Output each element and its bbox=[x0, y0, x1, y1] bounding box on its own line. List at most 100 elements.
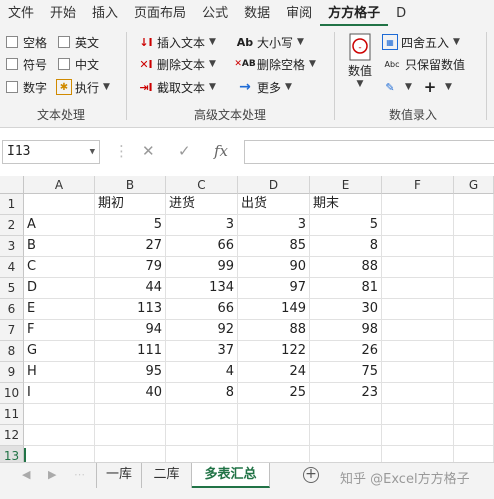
cell-a9[interactable]: H bbox=[24, 362, 95, 383]
row-header-9[interactable]: 9 bbox=[0, 362, 24, 383]
add-button[interactable]: + ▼ bbox=[422, 77, 452, 97]
cell-e9[interactable]: 75 bbox=[310, 362, 382, 383]
execute-button[interactable]: ✱ 执行 ▼ bbox=[56, 77, 110, 97]
cell-d8[interactable]: 122 bbox=[238, 341, 310, 362]
tab-fangfanggezi[interactable]: 方方格子 bbox=[320, 2, 389, 26]
tab-overflow[interactable]: D bbox=[388, 2, 414, 26]
checkbox-spaces[interactable]: 空格 bbox=[6, 32, 47, 52]
cell-g1[interactable] bbox=[454, 194, 494, 215]
more-button[interactable]: → 更多 ▼ bbox=[236, 77, 292, 97]
cell-f3[interactable] bbox=[382, 236, 454, 257]
cell-c2[interactable]: 3 bbox=[166, 215, 238, 236]
cell-e2[interactable]: 5 bbox=[310, 215, 382, 236]
cell-g12[interactable] bbox=[454, 425, 494, 446]
cut-text-button[interactable]: ⇥I 截取文本 ▼ bbox=[138, 77, 216, 97]
cell-d3[interactable]: 85 bbox=[238, 236, 310, 257]
cell-e7[interactable]: 98 bbox=[310, 320, 382, 341]
formula-input[interactable] bbox=[244, 140, 494, 164]
cell-b10[interactable]: 40 bbox=[95, 383, 166, 404]
fx-icon[interactable]: fx bbox=[214, 142, 228, 160]
cell-g6[interactable] bbox=[454, 299, 494, 320]
checkbox-numbers[interactable]: 数字 bbox=[6, 77, 47, 97]
case-button[interactable]: Ab 大小写 ▼ bbox=[236, 32, 304, 52]
cell-d9[interactable]: 24 bbox=[238, 362, 310, 383]
enter-icon[interactable]: ✓ bbox=[178, 142, 191, 160]
cell-f4[interactable] bbox=[382, 257, 454, 278]
tab-insert[interactable]: 插入 bbox=[84, 2, 126, 26]
value-button[interactable]: - 数值 ▼ bbox=[342, 32, 378, 89]
tab-review[interactable]: 审阅 bbox=[278, 2, 320, 26]
cell-f1[interactable] bbox=[382, 194, 454, 215]
row-header-8[interactable]: 8 bbox=[0, 341, 24, 362]
cell-a10[interactable]: I bbox=[24, 383, 95, 404]
tab-home[interactable]: 开始 bbox=[42, 2, 84, 26]
tab-data[interactable]: 数据 bbox=[236, 2, 278, 26]
cell-c3[interactable]: 66 bbox=[166, 236, 238, 257]
cell-d12[interactable] bbox=[238, 425, 310, 446]
column-header-d[interactable]: D bbox=[238, 176, 310, 194]
cell-a12[interactable] bbox=[24, 425, 95, 446]
cell-b4[interactable]: 79 bbox=[95, 257, 166, 278]
cell-f9[interactable] bbox=[382, 362, 454, 383]
cell-f2[interactable] bbox=[382, 215, 454, 236]
cell-g2[interactable] bbox=[454, 215, 494, 236]
cell-f8[interactable] bbox=[382, 341, 454, 362]
keep-values-button[interactable]: Abc 只保留数值 bbox=[382, 54, 466, 74]
cell-c4[interactable]: 99 bbox=[166, 257, 238, 278]
cell-f11[interactable] bbox=[382, 404, 454, 425]
cell-a2[interactable]: A bbox=[24, 215, 95, 236]
cell-g11[interactable] bbox=[454, 404, 494, 425]
cell-d10[interactable]: 25 bbox=[238, 383, 310, 404]
cell-b12[interactable] bbox=[95, 425, 166, 446]
column-header-e[interactable]: E bbox=[310, 176, 382, 194]
cell-f5[interactable] bbox=[382, 278, 454, 299]
chevron-down-icon[interactable]: ▼ bbox=[90, 141, 95, 163]
cell-e6[interactable]: 30 bbox=[310, 299, 382, 320]
cell-d7[interactable]: 88 bbox=[238, 320, 310, 341]
column-header-g[interactable]: G bbox=[454, 176, 494, 194]
cell-g8[interactable] bbox=[454, 341, 494, 362]
cell-c5[interactable]: 134 bbox=[166, 278, 238, 299]
cell-a11[interactable] bbox=[24, 404, 95, 425]
row-header-6[interactable]: 6 bbox=[0, 299, 24, 320]
sheet-tab-1[interactable]: 一库 bbox=[96, 463, 142, 488]
cell-b3[interactable]: 27 bbox=[95, 236, 166, 257]
cell-c12[interactable] bbox=[166, 425, 238, 446]
cell-d6[interactable]: 149 bbox=[238, 299, 310, 320]
edit-value-button[interactable]: ✎ ▼ bbox=[382, 77, 412, 97]
cell-b9[interactable]: 95 bbox=[95, 362, 166, 383]
cell-b6[interactable]: 113 bbox=[95, 299, 166, 320]
cell-e1[interactable]: 期末 bbox=[310, 194, 382, 215]
cell-b11[interactable] bbox=[95, 404, 166, 425]
insert-text-button[interactable]: ↓I 插入文本 ▼ bbox=[138, 32, 216, 52]
cancel-icon[interactable]: ✕ bbox=[142, 142, 155, 160]
cell-a4[interactable]: C bbox=[24, 257, 95, 278]
row-header-11[interactable]: 11 bbox=[0, 404, 24, 425]
row-header-10[interactable]: 10 bbox=[0, 383, 24, 404]
cell-b8[interactable]: 111 bbox=[95, 341, 166, 362]
add-sheet-icon[interactable]: + bbox=[303, 467, 319, 483]
cell-e10[interactable]: 23 bbox=[310, 383, 382, 404]
cell-d5[interactable]: 97 bbox=[238, 278, 310, 299]
column-header-f[interactable]: F bbox=[382, 176, 454, 194]
delete-text-button[interactable]: ✕I 删除文本 ▼ bbox=[138, 54, 216, 74]
sheet-tab-2[interactable]: 二库 bbox=[142, 463, 192, 488]
row-header-1[interactable]: 1 bbox=[0, 194, 24, 215]
cell-e4[interactable]: 88 bbox=[310, 257, 382, 278]
cell-g4[interactable] bbox=[454, 257, 494, 278]
cell-a6[interactable]: E bbox=[24, 299, 95, 320]
cell-b7[interactable]: 94 bbox=[95, 320, 166, 341]
checkbox-english[interactable]: 英文 bbox=[58, 32, 99, 52]
cell-a8[interactable]: G bbox=[24, 341, 95, 362]
cell-b2[interactable]: 5 bbox=[95, 215, 166, 236]
sheet-tab-3[interactable]: 多表汇总 bbox=[192, 463, 270, 488]
cell-g3[interactable] bbox=[454, 236, 494, 257]
cell-e8[interactable]: 26 bbox=[310, 341, 382, 362]
row-header-12[interactable]: 12 bbox=[0, 425, 24, 446]
row-header-7[interactable]: 7 bbox=[0, 320, 24, 341]
cell-a1[interactable] bbox=[24, 194, 95, 215]
cell-c7[interactable]: 92 bbox=[166, 320, 238, 341]
cell-c8[interactable]: 37 bbox=[166, 341, 238, 362]
cell-a3[interactable]: B bbox=[24, 236, 95, 257]
tab-page-layout[interactable]: 页面布局 bbox=[126, 2, 194, 26]
